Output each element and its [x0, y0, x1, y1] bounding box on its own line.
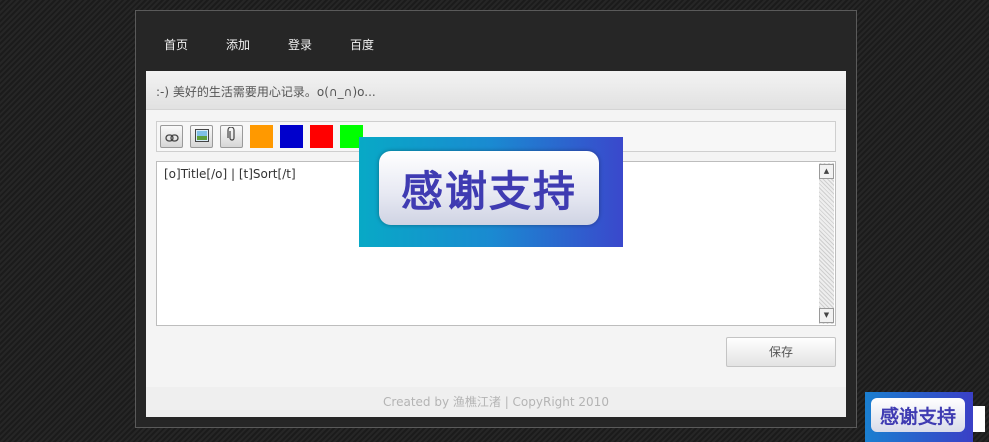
- nav-item-home[interactable]: 首页: [164, 36, 188, 53]
- top-nav: 首页 添加 登录 百度: [136, 11, 856, 71]
- motto-text: :-) 美好的生活需要用心记录。o(∩_∩)o...: [156, 85, 376, 99]
- color-swatch-orange[interactable]: [250, 125, 273, 148]
- thanks-banner-small-text: 感谢支持: [879, 405, 956, 428]
- link-icon: [164, 127, 179, 146]
- footer: Created by 渔樵江渚 | CopyRight 2010: [146, 387, 846, 417]
- thanks-banner-small-plate: 感谢支持: [871, 398, 965, 432]
- thanks-banner: 感谢支持: [359, 137, 623, 247]
- thanks-banner-text: 感谢支持: [400, 166, 577, 216]
- insert-image-button[interactable]: [190, 125, 213, 148]
- editor-text[interactable]: [o]Title[/o] | [t]Sort[/t]: [164, 167, 296, 181]
- scroll-down-button[interactable]: ▼: [819, 308, 834, 323]
- nav-item-baidu[interactable]: 百度: [350, 36, 374, 53]
- footer-text: Created by 渔樵江渚 | CopyRight 2010: [383, 395, 609, 409]
- thanks-banner-plate: 感谢支持: [379, 151, 599, 225]
- scroll-up-button[interactable]: ▲: [819, 164, 834, 179]
- image-icon: [194, 127, 209, 146]
- thanks-banner-small: 感谢支持: [865, 392, 973, 442]
- editor-scrollbar[interactable]: ▲ ▼: [819, 163, 834, 324]
- panel-header: :-) 美好的生活需要用心记录。o(∩_∩)o...: [146, 71, 846, 110]
- nav-item-add[interactable]: 添加: [226, 36, 250, 53]
- insert-link-button[interactable]: [160, 125, 183, 148]
- attachment-icon: [226, 126, 237, 146]
- corner-panel: [973, 406, 985, 432]
- color-swatch-blue[interactable]: [280, 125, 303, 148]
- save-button[interactable]: 保存: [726, 337, 836, 367]
- color-swatch-red[interactable]: [310, 125, 333, 148]
- nav-item-login[interactable]: 登录: [288, 36, 312, 53]
- insert-attachment-button[interactable]: [220, 125, 243, 148]
